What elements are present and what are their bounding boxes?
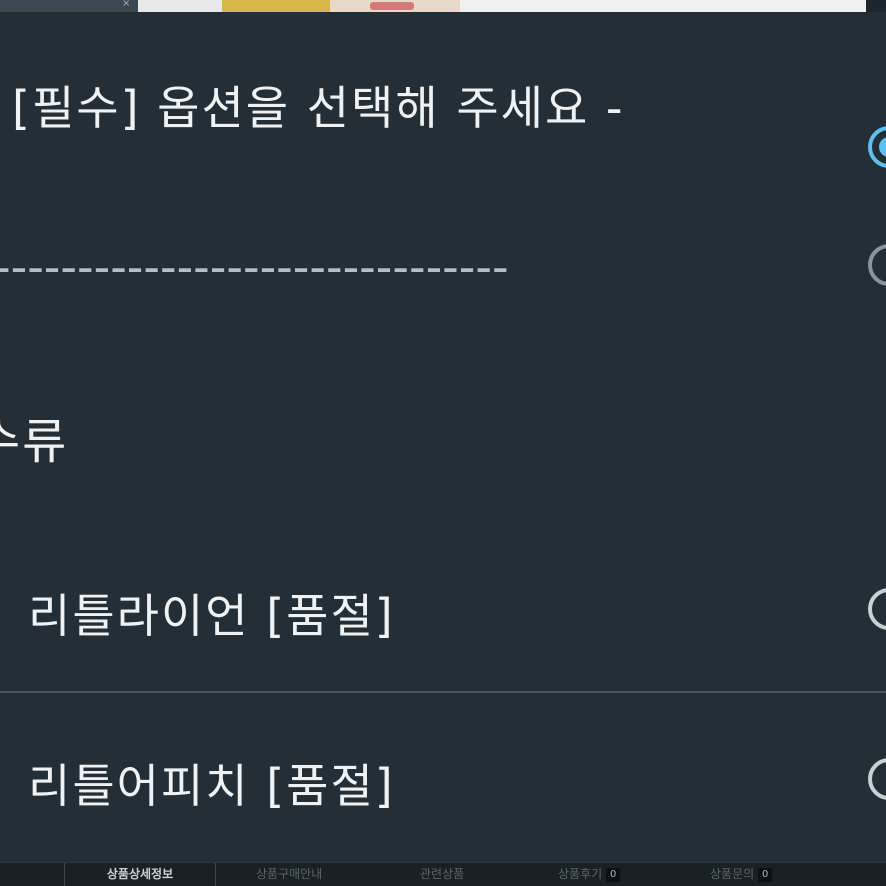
tab-label: 상품구매안내 <box>256 867 323 881</box>
tab-reviews[interactable]: 상품후기 0 <box>558 863 621 886</box>
option-label: [필수] 옵션을 선택해 주세요 - <box>12 81 625 135</box>
option-group-header: 수류 <box>0 414 69 470</box>
background-page-strip: × <box>0 0 886 12</box>
tab-label: 상품후기 <box>558 867 603 881</box>
tab-related-products[interactable]: 관련상품 <box>420 863 464 886</box>
radio-icon <box>868 244 886 286</box>
count-badge: 0 <box>758 867 773 882</box>
close-icon: × <box>122 0 131 9</box>
option-select-screen: × [필수] 옵션을 선택해 주세요 - -------------------… <box>0 0 886 886</box>
option-little-lion[interactable]: 리틀라이언 [품절] <box>0 560 886 660</box>
tab-label: 상품문의 <box>710 867 755 881</box>
tab-label: 상품상세정보 <box>106 867 174 881</box>
option-label: 리틀라이언 [품절] <box>28 589 395 643</box>
tab-label: 관련상품 <box>420 867 465 881</box>
radio-icon[interactable] <box>868 758 886 800</box>
tab-inquiries[interactable]: 상품문의 0 <box>710 863 773 886</box>
tab-product-detail[interactable]: 상품상세정보 <box>64 863 216 886</box>
count-badge: 0 <box>606 867 621 882</box>
option-placeholder[interactable]: [필수] 옵션을 선택해 주세요 - <box>0 52 886 168</box>
radio-selected-icon[interactable] <box>868 126 886 168</box>
radio-icon[interactable] <box>868 588 886 630</box>
product-tabbar: 상품상세정보 상품구매안내 관련상품 상품후기 0 상품문의 0 <box>0 862 886 886</box>
row-divider <box>0 691 886 693</box>
option-label: 리틀어피치 [품절] <box>28 759 395 813</box>
option-label: ------------------------------- <box>0 240 509 294</box>
tab-purchase-guide[interactable]: 상품구매안내 <box>256 863 322 886</box>
option-divider: ------------------------------- <box>0 220 886 320</box>
option-little-peach[interactable]: 리틀어피치 [품절] <box>0 730 886 830</box>
